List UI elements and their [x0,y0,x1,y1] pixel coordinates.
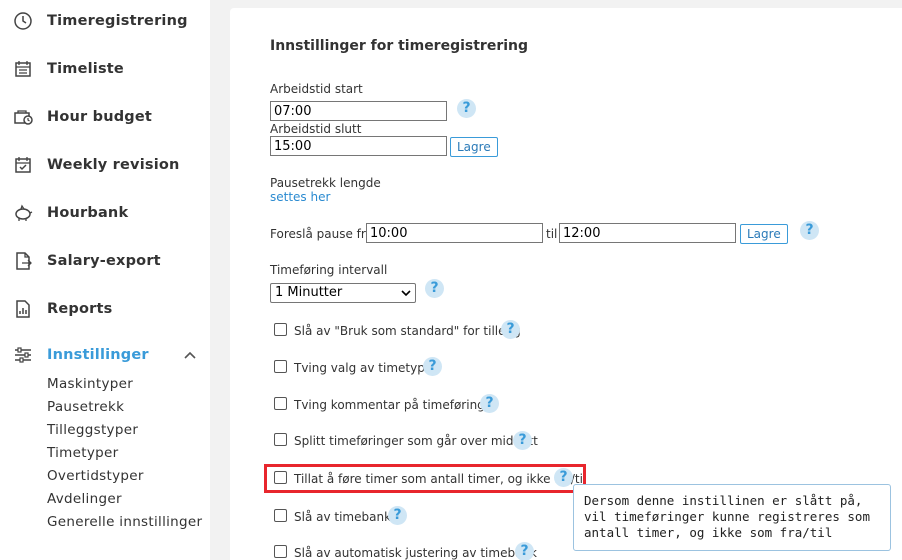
sub-item-maskintyper[interactable]: Maskintyper [47,376,133,392]
calendar-icon [12,58,34,80]
sidebar-item-label: Hour budget [47,109,153,125]
chevron-down-icon [401,290,411,297]
page-title: Innstillinger for timeregistrering [270,38,529,54]
save-pause-button[interactable]: Lagre [740,224,788,244]
sidebar-item-reports[interactable]: Reports [0,294,210,324]
checkbox-disable-auto-adjust[interactable] [274,545,287,558]
help-icon[interactable]: ? [425,279,444,298]
sidebar-item-label: Timeregistrering [47,13,188,29]
sidebar-item-hourbank[interactable]: Hourbank [0,198,210,228]
checkbox-label: Slå av timebank [294,510,392,524]
help-icon[interactable]: ? [501,320,520,339]
pause-length-link[interactable]: settes her [270,190,330,204]
checkbox-split-midnight[interactable] [274,433,287,446]
save-worktime-button[interactable]: Lagre [450,137,498,157]
sub-item-timetyper[interactable]: Timetyper [47,445,118,461]
sub-item-generelle-innstillinger[interactable]: Generelle innstillinger [47,514,202,530]
checkbox-label: Slå av automatisk justering av timebank [294,546,537,560]
report-icon [12,298,34,320]
work-end-label: Arbeidstid slutt [270,122,362,136]
suggest-pause-label: Foreslå pause fra [270,227,374,241]
sidebar-item-label: Weekly revision [47,157,180,173]
sidebar-item-label: Innstillinger [47,347,149,363]
sidebar-item-label: Hourbank [47,205,129,221]
work-start-input[interactable] [270,101,447,121]
sidebar-item-hour-budget[interactable]: Hour budget [0,102,210,132]
sidebar-item-label: Timeliste [47,61,124,77]
help-icon[interactable]: ? [513,431,532,450]
sub-item-avdelinger[interactable]: Avdelinger [47,491,122,507]
checkbox-label: Splitt timeføringer som går over midnatt [294,434,538,448]
sidebar-item-label: Reports [47,301,113,317]
piggy-bank-icon [12,202,34,224]
pause-from-input[interactable] [366,223,543,243]
sidebar-item-salary-export[interactable]: Salary-export [0,246,210,276]
pause-length-label: Pausetrekk lengde [270,176,381,190]
work-end-input[interactable] [270,136,447,156]
sub-item-pausetrekk[interactable]: Pausetrekk [47,399,124,415]
help-icon[interactable]: ? [800,221,819,240]
help-icon[interactable]: ? [388,506,407,525]
checkbox-label: Tving kommentar på timeføringer [294,398,498,412]
checkbox-label: Tving valg av timetype [294,361,433,375]
export-file-icon [12,250,34,272]
help-icon[interactable]: ? [423,357,442,376]
chevron-up-icon[interactable] [183,348,197,362]
interval-select[interactable]: 1 Minutter [270,283,416,303]
interval-selected-value: 1 Minutter [275,285,343,300]
checkbox-force-timetype[interactable] [274,360,287,373]
money-icon [12,106,34,128]
interval-label: Timeføring intervall [270,263,388,277]
help-tooltip: Dersom denne instillinen er slått på, vi… [573,484,891,551]
sub-item-tilleggstyper[interactable]: Tilleggstyper [47,422,138,438]
checkbox-force-comment[interactable] [274,397,287,410]
pause-to-input[interactable] [559,223,736,243]
help-icon[interactable]: ? [515,542,534,560]
sidebar: Timeregistrering Timeliste Hour budget W… [0,0,210,560]
sidebar-item-innstillinger[interactable]: Innstillinger [0,340,210,370]
help-icon[interactable]: ? [480,394,499,413]
checkbox-disable-hourbank[interactable] [274,509,287,522]
sub-item-overtidstyper[interactable]: Overtidstyper [47,468,144,484]
checkbox-label: Slå av "Bruk som standard" for tillegg [294,324,521,338]
sidebar-item-timeregistrering[interactable]: Timeregistrering [0,6,210,36]
pause-to-label: til [546,227,558,241]
sliders-icon [12,344,34,366]
checkbox-disable-default-addons[interactable] [274,323,287,336]
help-icon[interactable]: ? [457,99,476,118]
sidebar-item-weekly-revision[interactable]: Weekly revision [0,150,210,180]
calendar-check-icon [12,154,34,176]
sidebar-item-label: Salary-export [47,253,161,269]
work-start-label: Arbeidstid start [270,82,363,96]
sidebar-item-timeliste[interactable]: Timeliste [0,54,210,84]
clock-icon [12,10,34,32]
highlight-box [264,464,586,493]
